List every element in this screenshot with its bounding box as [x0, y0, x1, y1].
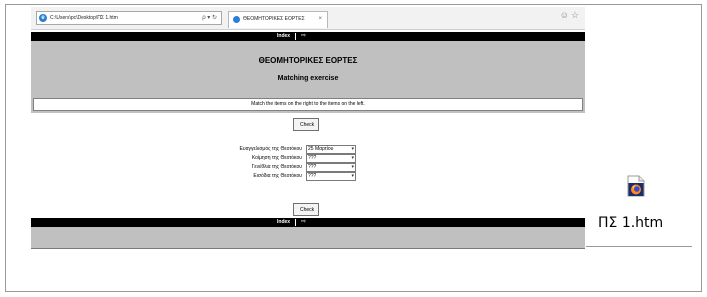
- chevron-down-icon: ▾: [351, 155, 354, 161]
- question-label: Ευαγγελισμός της Θεοτόκου: [239, 146, 302, 152]
- chevron-down-icon: ▾: [351, 173, 354, 179]
- question-row: Γενέθλια της Θεοτόκου ??? ▾: [31, 163, 585, 172]
- question-label: Κοίμηση της Θεοτόκου: [251, 155, 302, 161]
- tab-close-icon[interactable]: ×: [318, 12, 322, 27]
- answer-select[interactable]: ??? ▾: [306, 172, 356, 181]
- address-bar[interactable]: e C:\Users\pc\Desktop\ΠΣ 1.htm ρ ▾ ↻: [36, 11, 222, 25]
- top-navbar: Index ⇨: [31, 32, 585, 41]
- answer-select[interactable]: 25 Μαρτίου ▾: [306, 145, 356, 154]
- web-page: Index ⇨ ΘΕΟΜΗΤΟΡΙΚΕΣ ΕΟΡΤΕΣ Matching exe…: [31, 32, 585, 248]
- tab-favicon-icon: [233, 16, 240, 23]
- chevron-down-icon: ▾: [351, 164, 354, 170]
- divider-line: [586, 246, 692, 247]
- page-footer-band: [31, 227, 585, 248]
- answer-select[interactable]: ??? ▾: [306, 163, 356, 172]
- page-subtitle: Matching exercise: [277, 75, 339, 82]
- tab-title: ΘΕΟΜΗΤΟΡΙΚΕΣ ΕΟΡΤΕΣ: [243, 16, 305, 22]
- browser-titlebar: e C:\Users\pc\Desktop\ΠΣ 1.htm ρ ▾ ↻ ΘΕΟ…: [31, 7, 585, 30]
- browser-window: e C:\Users\pc\Desktop\ΠΣ 1.htm ρ ▾ ↻ ΘΕΟ…: [31, 5, 585, 248]
- question-row: Κοίμηση της Θεοτόκου ??? ▾: [31, 154, 585, 163]
- bottom-navbar: Index ⇨: [31, 218, 585, 227]
- address-controls[interactable]: ρ ▾ ↻: [202, 12, 217, 24]
- nav-next-arrow-icon[interactable]: ⇨: [301, 218, 306, 227]
- question-label: Γενέθλια της Θεοτόκου: [251, 164, 302, 170]
- browser-tab[interactable]: ΘΕΟΜΗΤΟΡΙΚΕΣ ΕΟΡΤΕΣ ×: [228, 11, 328, 28]
- answer-select-value: 25 Μαρτίου: [308, 146, 334, 152]
- internet-explorer-icon: e: [39, 14, 47, 22]
- address-url: C:\Users\pc\Desktop\ΠΣ 1.htm: [50, 15, 118, 21]
- home-favorites-icons[interactable]: ☺☆: [560, 10, 581, 21]
- page-header: ΘΕΟΜΗΤΟΡΙΚΕΣ ΕΟΡΤΕΣ Matching exercise: [31, 41, 585, 96]
- answer-select-value: ???: [308, 173, 317, 179]
- file-name-label[interactable]: ΠΣ 1.htm: [598, 215, 663, 231]
- nav-separator: [295, 33, 296, 40]
- browser-bottom-border: [31, 248, 585, 249]
- answer-select-value: ???: [308, 155, 317, 161]
- nav-index-link[interactable]: Index: [277, 32, 290, 41]
- question-label: Εισόδια της Θεοτόκου: [253, 173, 302, 179]
- nav-separator: [295, 219, 296, 226]
- question-row: Ευαγγελισμός της Θεοτόκου 25 Μαρτίου ▾: [31, 145, 585, 154]
- question-row: Εισόδια της Θεοτόκου ??? ▾: [31, 172, 585, 181]
- instructions-text: Match the items on the right to the item…: [33, 98, 583, 111]
- check-button-top[interactable]: Check: [293, 118, 319, 131]
- nav-index-link[interactable]: Index: [277, 218, 290, 227]
- answer-select[interactable]: ??? ▾: [306, 154, 356, 163]
- chevron-down-icon: ▾: [351, 146, 354, 152]
- answer-select-value: ???: [308, 164, 317, 170]
- nav-next-arrow-icon[interactable]: ⇨: [301, 32, 306, 41]
- page-title: ΘΕΟΜΗΤΟΡΙΚΕΣ ΕΟΡΤΕΣ: [258, 56, 358, 65]
- check-button-bottom[interactable]: Check: [293, 203, 319, 216]
- firefox-file-icon[interactable]: [627, 175, 645, 197]
